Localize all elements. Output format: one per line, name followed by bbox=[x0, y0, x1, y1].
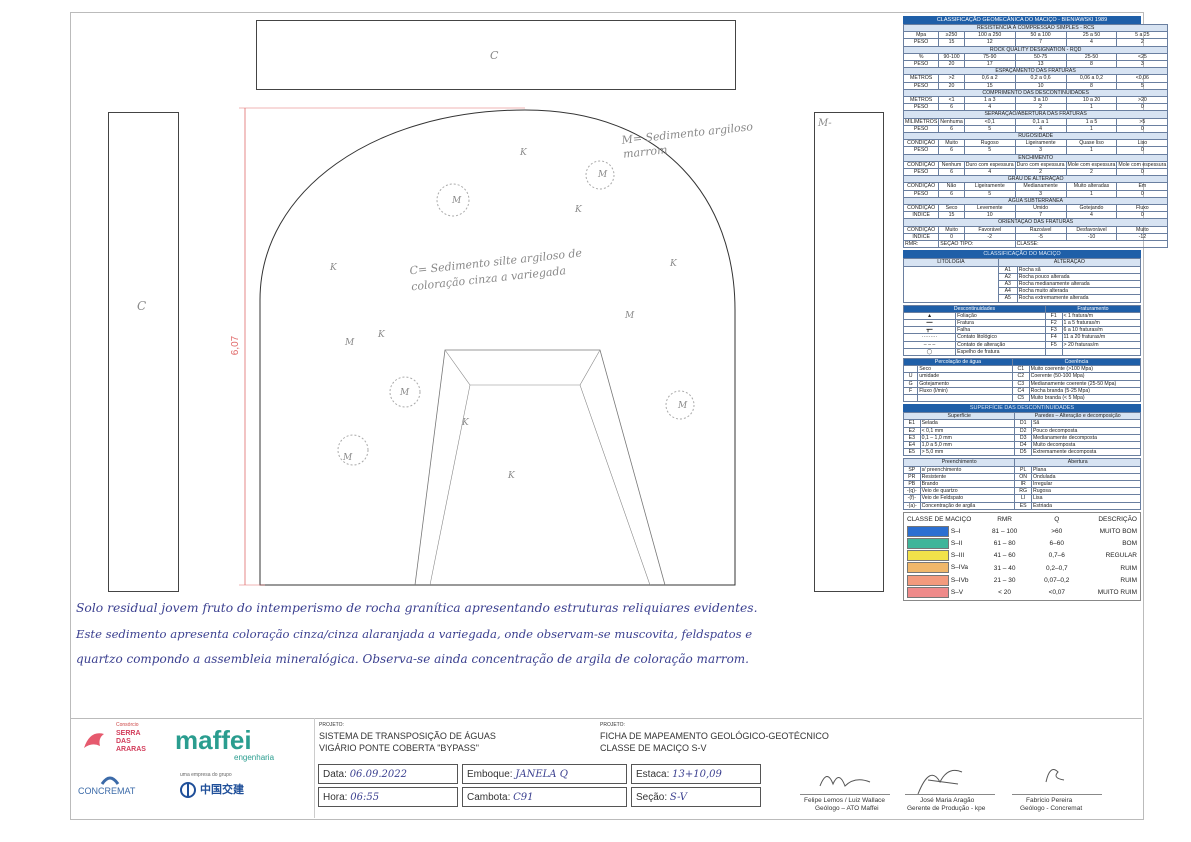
projeto-line-1: SISTEMA DE TRANSPOSIÇÃO DE ÁGUAS bbox=[319, 731, 496, 741]
class-color-chip bbox=[907, 574, 949, 586]
class-row: S–I 81 – 100 >60 MUITO BOM bbox=[906, 525, 1138, 538]
projeto-label: PROJETO: bbox=[319, 722, 344, 728]
sig-line-2 bbox=[905, 794, 995, 795]
sig2-name: José Maria Aragão bbox=[920, 797, 975, 804]
ficha-line-2: CLASSE DE MACIÇO S-V bbox=[600, 743, 707, 753]
sig2-role: Gerente de Produção - kpe bbox=[907, 805, 986, 812]
alteracao-table: LITOLOGIA ALTERAÇÃO A1 Rocha sã A2 Rocha po… bbox=[903, 258, 1142, 303]
emboque-field[interactable]: Emboque: JANELA Q bbox=[462, 764, 627, 784]
lit-title: CLASSIFICAÇÃO DO MACIÇO bbox=[903, 250, 1141, 259]
estaca-field[interactable]: Estaca: 13+10,09 bbox=[631, 764, 761, 784]
label-m-5: M bbox=[678, 401, 688, 411]
description-line-2: Este sedimento apresenta coloração cinza… bbox=[76, 627, 753, 641]
class-color-chip bbox=[907, 525, 949, 537]
class-head-classe: CLASSE DE MACIÇO bbox=[907, 515, 972, 523]
logo-maffei: maffei bbox=[175, 725, 252, 755]
hora-field[interactable]: Hora: 06:55 bbox=[318, 787, 458, 807]
label-k-5: K bbox=[508, 471, 515, 481]
estaca-value: 13+10,09 bbox=[672, 769, 722, 780]
footer-divider-v bbox=[314, 718, 315, 818]
parrot-icon bbox=[84, 733, 104, 748]
tunnel-face-drawing bbox=[239, 107, 736, 586]
projeto-line-2: VIGÁRIO PONTE COBERTA "BYPASS" bbox=[319, 743, 479, 753]
label-m-1: M bbox=[452, 196, 462, 206]
class-row: S–II 61 – 80 6–60 BOM bbox=[906, 538, 1138, 550]
sig3-role: Geólogo - Concremat bbox=[1020, 805, 1083, 812]
label-k-1: K bbox=[520, 148, 527, 158]
cccc-icon bbox=[180, 782, 196, 798]
superficie-table: Superfície Paredes – Alteração e decompos… bbox=[902, 412, 1142, 457]
label-k-3: K bbox=[378, 330, 385, 340]
sig1-role: Geólogo – ATO Maffei bbox=[815, 805, 879, 812]
cambota-value: C91 bbox=[513, 792, 534, 803]
label-k-4: K bbox=[670, 259, 677, 269]
class-color-chip bbox=[907, 562, 949, 574]
data-field[interactable]: Data: 06.09.2022 bbox=[318, 764, 458, 784]
sig-line-1 bbox=[800, 794, 890, 795]
label-m-4: M bbox=[343, 453, 353, 463]
percolacao-table: Percolação de água Coerência Seco C1 Muito … bbox=[902, 357, 1142, 403]
right-wall-note: M- bbox=[818, 118, 832, 129]
secao-value: S-V bbox=[669, 792, 688, 803]
logo-concremat: CONCREMAT bbox=[78, 786, 136, 796]
label-k-2: K bbox=[575, 205, 582, 215]
logo-tagline: uma empresa do grupo bbox=[180, 772, 232, 778]
label-k-7: K bbox=[330, 263, 337, 273]
logo-serra-das-araras: Consórcio SERRA DAS ARARAS bbox=[80, 722, 160, 762]
left-wall-box bbox=[108, 112, 179, 592]
panel-title: CLASSIFICAÇÃO GEOMECÂNICA DO MACIÇO - BI… bbox=[903, 16, 1141, 24]
rmr-table: RESISTÊNCIA À COMPRESSÃO SIMPLES - RCS M… bbox=[902, 23, 1169, 249]
descontinuidades-table: Descontinuidades Fraturamento ▲ Foliação F1… bbox=[902, 304, 1142, 356]
label-k-6: K bbox=[462, 418, 469, 428]
description-line-3: quartzo compondo a assembleia mineralógi… bbox=[76, 652, 749, 666]
signature-3 bbox=[1045, 769, 1065, 783]
sig1-name: Felipe Lemos / Luiz Wallace bbox=[804, 797, 886, 804]
data-value: 06.09.2022 bbox=[349, 769, 407, 780]
hora-value: 06:55 bbox=[350, 792, 380, 803]
label-m-6: M bbox=[625, 311, 635, 321]
classification-panel: CLASSIFICAÇÃO GEOMECÂNICA DO MACIÇO - BI… bbox=[902, 16, 1169, 602]
class-color-chip bbox=[907, 550, 949, 562]
preenchimento-table: Preenchimento Abertura SP s/ preenchimento… bbox=[902, 458, 1142, 510]
sig-line-3 bbox=[1012, 794, 1102, 795]
class-row: S–V < 20 <0,07 MUITO RUIM bbox=[906, 586, 1138, 599]
sup-title: SUPERFÍCIE DAS DESCONTINUIDADES bbox=[903, 404, 1141, 413]
secao-field[interactable]: Seção: S-V bbox=[631, 787, 761, 807]
tunnel-outline bbox=[259, 109, 736, 586]
concremat-icon bbox=[100, 776, 120, 785]
right-wall-box bbox=[814, 112, 884, 592]
class-row: S–IVa 31 – 40 0,2–0,7 RUIM bbox=[906, 562, 1138, 574]
bench-inner bbox=[429, 384, 651, 586]
cambota-field[interactable]: Cambota: C91 bbox=[462, 787, 627, 807]
label-m-2: M bbox=[598, 170, 608, 180]
logo-maffei-engenharia: engenharia bbox=[234, 753, 275, 762]
class-row: S–IVb 21 – 30 0,07–0,2 RUIM bbox=[906, 574, 1138, 587]
label-m-3: M bbox=[400, 388, 410, 398]
height-dimension: 6,07 bbox=[230, 335, 242, 356]
label-m-7: M bbox=[345, 338, 355, 348]
class-row: S–III 41 – 60 0,7–6 REGULAR bbox=[906, 550, 1138, 562]
signature-1 bbox=[819, 776, 871, 787]
class-color-chip bbox=[907, 586, 949, 598]
projeto-label-2: PROJETO: bbox=[600, 722, 625, 728]
class-legend: CLASSE DE MACIÇO RMR Q DESCRIÇÃO S–I 81 – 10… bbox=[903, 511, 1141, 602]
logo-cccc: 中国交建 bbox=[200, 784, 244, 796]
left-wall-label: C bbox=[137, 299, 147, 313]
class-color-chip bbox=[907, 538, 949, 550]
sig3-name: Fabrício Pereira bbox=[1026, 797, 1073, 804]
top-wall-label: C bbox=[490, 49, 499, 62]
ficha-line-1: FICHA DE MAPEAMENTO GEOLÓGICO-GEOTÉCNICO bbox=[600, 731, 829, 741]
emboque-value: JANELA Q bbox=[515, 769, 568, 780]
footer-divider bbox=[70, 718, 1142, 719]
description-line-1: Solo residual jovem fruto do intemperism… bbox=[76, 601, 758, 615]
